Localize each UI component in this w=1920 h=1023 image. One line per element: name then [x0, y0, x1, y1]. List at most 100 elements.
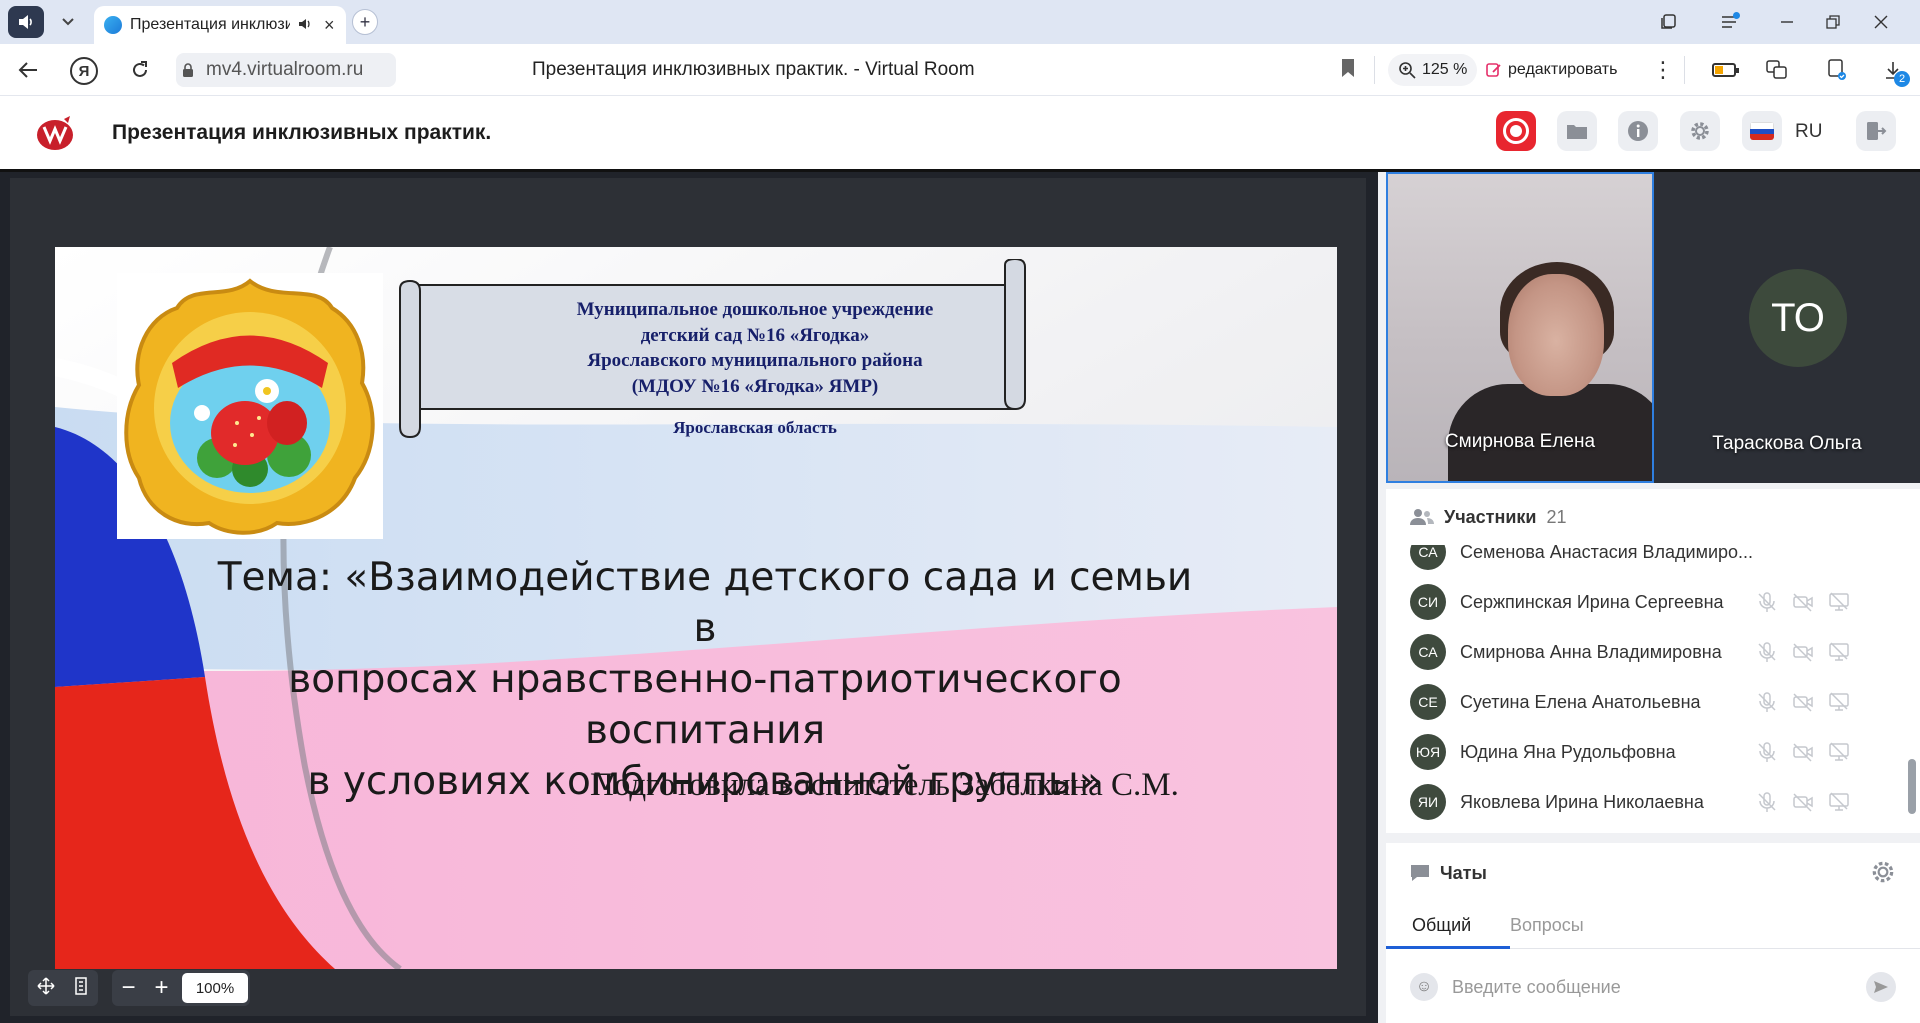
mic-off-icon[interactable] [1756, 641, 1778, 663]
mic-off-icon[interactable] [1756, 741, 1778, 763]
record-icon [1503, 118, 1529, 144]
participant-row[interactable]: СА Смирнова Анна Владимировна [1386, 627, 1902, 677]
tab-close-icon[interactable]: × [324, 15, 335, 36]
participants-scrollbar[interactable] [1906, 549, 1918, 829]
edit-label: редактировать [1508, 61, 1618, 78]
region-line: Ярославская область [673, 418, 837, 437]
chats-panel: Чаты Общий Вопросы ☺ Введите сообщение [1386, 843, 1920, 1023]
emoji-icon[interactable]: ☺ [1410, 973, 1438, 1001]
camera-off-icon[interactable] [1792, 691, 1814, 713]
zoom-value-field[interactable]: 100% [182, 973, 248, 1003]
screen-share-off-icon[interactable] [1828, 791, 1850, 813]
reload-icon[interactable] [124, 54, 156, 86]
divider [1684, 56, 1685, 84]
institution-line: детский сад №16 «Ягодка» [640, 324, 870, 346]
participants-panel: Участники 21 СА Семенова Анастасия Влади… [1386, 489, 1920, 833]
screen-share-off-icon[interactable] [1828, 741, 1850, 763]
mic-off-icon[interactable] [1756, 791, 1778, 813]
slide-title-line: вопросах нравственно-патриотического вос… [288, 657, 1122, 753]
address-bar: Я mv4.virtualroom.ru Презентация инклюзи… [0, 44, 1920, 96]
camera-off-icon[interactable] [1792, 591, 1814, 613]
lock-icon[interactable] [176, 53, 200, 87]
zoom-in-button[interactable]: + [145, 974, 178, 1002]
bookmark-icon[interactable] [1340, 58, 1358, 82]
page-title: Презентация инклюзивных практик. - Virtu… [532, 59, 975, 80]
downloads-icon[interactable]: 2 [1880, 57, 1910, 87]
zoom-out-button[interactable]: − [112, 974, 145, 1002]
message-input[interactable]: Введите сообщение [1452, 977, 1621, 998]
app-header: Презентация инклюзивных практик. RU [0, 97, 1920, 169]
camera-off-icon[interactable] [1792, 641, 1814, 663]
restore-icon[interactable] [1818, 8, 1848, 36]
participant-name: Смирнова Анна Владимировна [1460, 641, 1722, 662]
tab-questions[interactable]: Вопросы [1510, 915, 1584, 936]
chevron-down-icon[interactable] [50, 6, 86, 38]
video-participant-name: Тараскова Ольга [1712, 433, 1862, 454]
participant-name: Суетина Елена Анатольевна [1460, 691, 1701, 712]
url-field[interactable]: mv4.virtualroom.ru [200, 53, 396, 87]
screen-share-off-icon[interactable] [1828, 691, 1850, 713]
participants-header[interactable]: Участники 21 [1386, 489, 1920, 545]
room-title: Презентация инклюзивных практик. [112, 121, 492, 144]
language-button[interactable] [1742, 111, 1782, 151]
more-menu-icon[interactable]: ⋮ [1652, 57, 1674, 83]
video-tile[interactable]: ТО Тараскова Ольга [1654, 172, 1920, 483]
zoom-value: 125 % [1422, 61, 1468, 78]
edit-button[interactable]: редактировать [1486, 54, 1617, 86]
exit-button[interactable] [1856, 111, 1896, 151]
exit-icon [1867, 122, 1887, 140]
notifications-icon[interactable] [1714, 8, 1744, 36]
collections-icon[interactable] [1654, 8, 1684, 36]
video-tile[interactable]: Смирнова Елена [1386, 172, 1654, 483]
settings-button[interactable] [1680, 111, 1720, 151]
camera-off-icon[interactable] [1792, 791, 1814, 813]
participant-name: Сержпинская Ирина Сергеевна [1460, 591, 1724, 612]
extension-check-icon[interactable] [1824, 57, 1850, 83]
message-composer: ☺ Введите сообщение [1386, 963, 1920, 1011]
speaker-icon[interactable] [8, 6, 44, 38]
translate-icon[interactable] [1764, 57, 1790, 83]
chat-settings-icon[interactable] [1870, 859, 1896, 890]
record-button[interactable] [1496, 111, 1536, 151]
browser-tab[interactable]: Презентация инклюзивных практик. - Virtu… [94, 6, 346, 44]
minimize-icon[interactable] [1772, 8, 1802, 36]
downloads-badge: 2 [1894, 71, 1910, 87]
zoom-indicator[interactable]: 125 % [1388, 54, 1478, 86]
close-window-icon[interactable] [1866, 8, 1896, 36]
send-icon[interactable] [1866, 972, 1896, 1002]
fit-move-icon[interactable] [36, 976, 55, 1000]
battery-icon[interactable] [1712, 63, 1739, 77]
avatar: СЕ [1410, 684, 1446, 720]
participant-row[interactable]: СЕ Суетина Елена Анатольевна [1386, 677, 1902, 727]
mic-off-icon[interactable] [1756, 691, 1778, 713]
russia-flag-icon [1750, 122, 1774, 140]
language-label[interactable]: RU [1795, 121, 1822, 143]
fit-page-icon[interactable] [72, 976, 90, 1000]
chats-header[interactable]: Чаты [1386, 843, 1920, 903]
mic-off-icon[interactable] [1756, 591, 1778, 613]
avatar: ТО [1749, 269, 1847, 367]
avatar: СА [1410, 634, 1446, 670]
info-icon [1628, 121, 1648, 141]
participant-row[interactable]: СА Семенова Анастасия Владимиро... [1386, 545, 1902, 577]
screen-share-off-icon[interactable] [1828, 591, 1850, 613]
zoom-controls: − + 100% [112, 970, 250, 1006]
participant-row[interactable]: СИ Сержпинская Ирина Сергеевна [1386, 577, 1902, 627]
info-button[interactable] [1618, 111, 1658, 151]
participant-row[interactable]: ЮЯ Юдина Яна Рудольфовна [1386, 727, 1902, 777]
back-arrow-icon[interactable] [12, 54, 44, 86]
kindergarten-logo [117, 273, 383, 539]
tab-title: Презентация инклюзивных практик. - Virtu… [130, 16, 290, 33]
chat-icon [1411, 865, 1429, 881]
participant-row[interactable]: ЯИ Яковлева Ирина Николаевна [1386, 777, 1902, 825]
screen-share-off-icon[interactable] [1828, 641, 1850, 663]
camera-off-icon[interactable] [1792, 741, 1814, 763]
files-button[interactable] [1557, 111, 1597, 151]
divider [1374, 56, 1375, 84]
scrollbar-thumb[interactable] [1908, 759, 1916, 814]
tab-general[interactable]: Общий [1412, 915, 1471, 936]
slide-author: Подготовила воспитатель Забелкина С.М. [590, 767, 1179, 803]
new-tab-button[interactable]: + [352, 9, 378, 35]
yandex-icon[interactable]: Я [70, 57, 98, 85]
tab-audio-icon[interactable] [298, 18, 312, 33]
